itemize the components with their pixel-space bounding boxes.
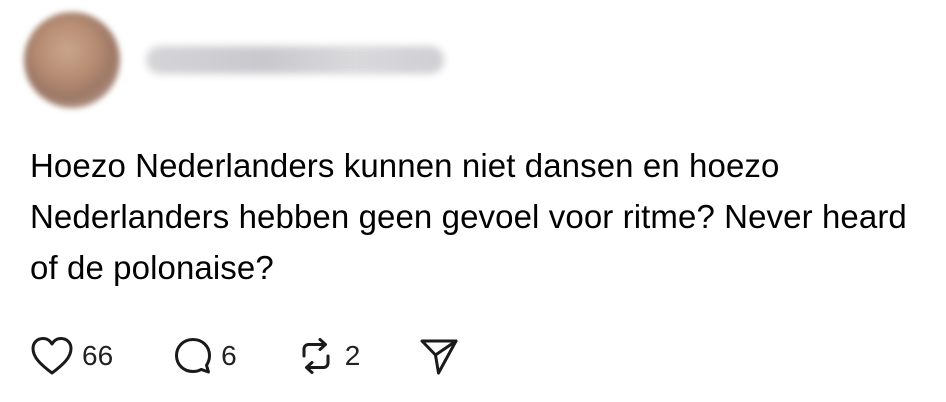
comment-bubble-icon	[173, 336, 213, 376]
repost-icon	[295, 336, 337, 376]
comment-button[interactable]: 6	[173, 336, 237, 376]
repost-count: 2	[344, 340, 361, 371]
post-text: Hoezo Nederlanders kunnen niet dansen en…	[30, 147, 907, 286]
action-bar: 66 6 2	[30, 332, 460, 380]
share-button[interactable]	[418, 335, 460, 377]
author-username[interactable]: maartenhogeman	[146, 46, 444, 74]
send-icon	[418, 335, 460, 377]
avatar[interactable]	[24, 12, 120, 108]
comment-count: 6	[221, 340, 237, 371]
like-button[interactable]: 66	[30, 336, 113, 376]
post-card: maartenhogeman Hoezo Nederlanders kunnen…	[0, 0, 946, 402]
like-count: 66	[82, 340, 114, 371]
heart-icon	[30, 336, 74, 376]
repost-button[interactable]: 2	[295, 336, 361, 376]
author-username-text: maartenhogeman	[146, 59, 154, 60]
